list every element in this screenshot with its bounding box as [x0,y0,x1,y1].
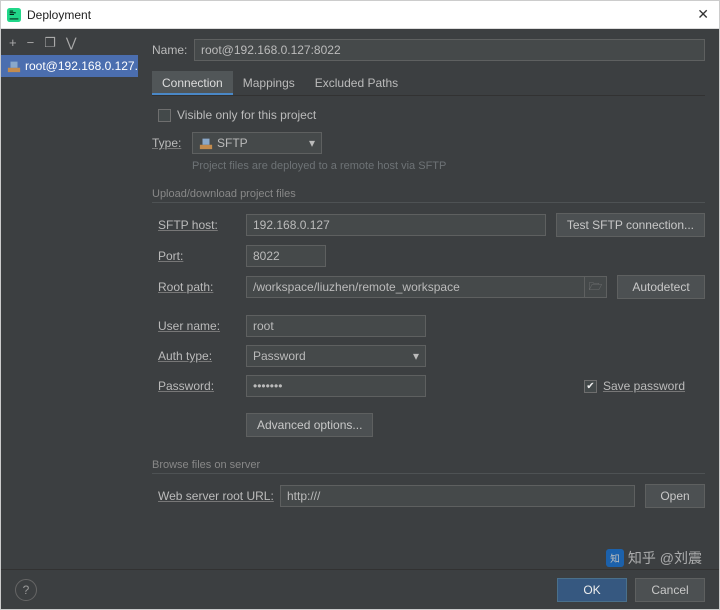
root-path-row: Root path: 🗁 Autodetect [152,275,705,299]
username-label: User name: [158,319,246,333]
tab-connection[interactable]: Connection [152,71,233,95]
username-input[interactable] [246,315,426,337]
toggle-icon[interactable]: ⋁ [66,36,77,49]
auth-type-label: Auth type: [158,349,246,363]
root-path-input[interactable] [246,276,585,298]
visible-only-label: Visible only for this project [177,108,316,122]
autodetect-button[interactable]: Autodetect [617,275,705,299]
sidebar: + − ❐ ⋁ root@192.168.0.127... [1,29,138,569]
name-label: Name: [152,43,194,57]
test-connection-button[interactable]: Test SFTP connection... [556,213,705,237]
auth-type-row: Auth type: Password ▾ [152,345,705,367]
save-password-checkbox[interactable]: ✔ [584,380,597,393]
root-path-label: Root path: [158,280,246,294]
type-label: Type: [152,136,192,150]
username-row: User name: [152,315,705,337]
type-help: Project files are deployed to a remote h… [192,160,705,172]
name-row: Name: [152,39,705,61]
save-password-label: Save password [603,379,685,393]
auth-type-combo[interactable]: Password ▾ [246,345,426,367]
tabs: Connection Mappings Excluded Paths [152,71,705,96]
browse-folder-icon[interactable]: 🗁 [585,276,607,298]
cancel-button[interactable]: Cancel [635,578,705,602]
advanced-row: Advanced options... [152,413,705,437]
password-row: Password: ✔ Save password [152,375,705,397]
tab-excluded-paths[interactable]: Excluded Paths [305,71,408,95]
port-row: Port: [152,245,705,267]
sftp-icon [199,136,213,150]
app-icon [7,8,21,22]
ok-button[interactable]: OK [557,578,627,602]
sidebar-toolbar: + − ❐ ⋁ [1,29,138,55]
titlebar: Deployment ✕ [1,1,719,29]
section-browse: Browse files on server [152,459,705,474]
server-item-label: root@192.168.0.127... [25,59,138,73]
visible-only-row: Visible only for this project [158,108,705,122]
chevron-down-icon: ▾ [309,136,315,150]
name-input[interactable] [194,39,705,61]
web-url-row: Web server root URL: Open [152,484,705,508]
advanced-options-button[interactable]: Advanced options... [246,413,373,437]
content: + − ❐ ⋁ root@192.168.0.127... Name: Conn… [1,29,719,569]
sftp-host-label: SFTP host: [158,218,246,232]
add-icon[interactable]: + [9,36,17,49]
auth-type-value: Password [253,349,306,363]
bottom-bar: ? OK Cancel [1,569,719,609]
close-icon[interactable]: ✕ [693,6,713,23]
server-icon [7,59,21,73]
web-url-input[interactable] [280,485,635,507]
main-panel: Name: Connection Mappings Excluded Paths… [138,29,719,569]
window-title: Deployment [27,8,693,22]
sftp-host-row: SFTP host: Test SFTP connection... [152,213,705,237]
type-combo[interactable]: SFTP ▾ [192,132,322,154]
type-value: SFTP [217,136,248,150]
remove-icon[interactable]: − [27,36,35,49]
password-input[interactable] [246,375,426,397]
server-tree: root@192.168.0.127... [1,55,138,569]
chevron-down-icon: ▾ [413,349,419,363]
web-url-label: Web server root URL: [158,489,280,503]
type-row: Type: SFTP ▾ [152,132,705,154]
port-input[interactable] [246,245,326,267]
open-button[interactable]: Open [645,484,705,508]
sftp-host-input[interactable] [246,214,546,236]
server-item[interactable]: root@192.168.0.127... [1,55,138,77]
port-label: Port: [158,249,246,263]
password-label: Password: [158,379,246,393]
deployment-window: Deployment ✕ + − ❐ ⋁ root@192.168.0.127.… [0,0,720,610]
section-upload: Upload/download project files [152,188,705,203]
help-icon[interactable]: ? [15,579,37,601]
copy-icon[interactable]: ❐ [44,36,56,49]
visible-only-checkbox[interactable] [158,109,171,122]
tab-mappings[interactable]: Mappings [233,71,305,95]
